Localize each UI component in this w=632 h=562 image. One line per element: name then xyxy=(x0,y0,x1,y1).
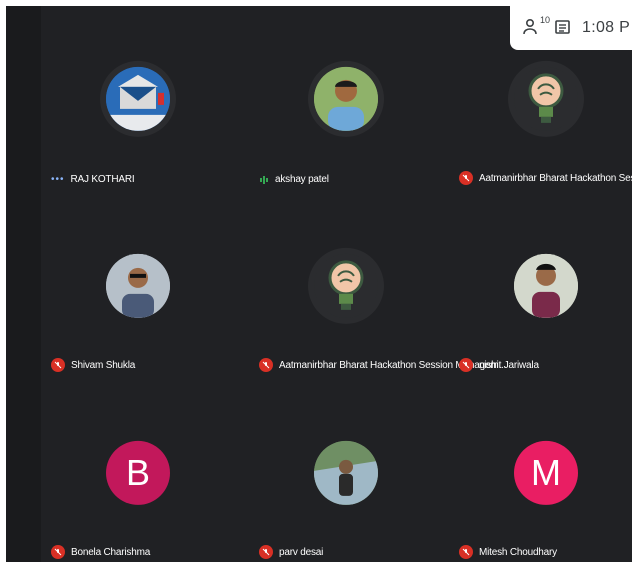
avatar xyxy=(314,66,378,131)
participant-tile[interactable]: akshay patel xyxy=(251,16,441,191)
participant-tile[interactable]: B Bonela Charishma xyxy=(43,390,233,562)
participant-tile[interactable]: Shivam Shukla xyxy=(43,203,233,378)
mic-off-icon xyxy=(459,545,473,559)
mic-off-icon xyxy=(259,545,273,559)
avatar-letter: B xyxy=(125,451,150,493)
avatar xyxy=(314,440,378,505)
avatar: B xyxy=(106,440,170,505)
mic-off-icon xyxy=(51,545,65,559)
participant-name: parv desai xyxy=(279,546,324,558)
participant-tile[interactable]: nishit Jariwala xyxy=(451,203,632,378)
participant-tile[interactable]: M Mitesh Choudhary xyxy=(451,390,632,562)
participant-name: nishit Jariwala xyxy=(479,359,539,371)
participant-tile[interactable]: Aatmanirbhar Bharat Hackathon Session Ma… xyxy=(451,16,632,191)
mic-off-icon xyxy=(51,358,65,372)
avatar xyxy=(106,66,170,131)
speaking-indicator-icon: ••• xyxy=(51,174,65,185)
avatar: M xyxy=(514,440,578,505)
participant-name: Mitesh Choudhary xyxy=(479,546,557,558)
participant-tile[interactable]: Aatmanirbhar Bharat Hackathon Session Ma… xyxy=(251,203,506,378)
avatar xyxy=(514,253,578,318)
participant-name: Bonela Charishma xyxy=(71,546,151,558)
avatar xyxy=(514,66,578,131)
mic-off-icon xyxy=(259,358,273,372)
participant-name: Shivam Shukla xyxy=(71,359,136,371)
left-rail xyxy=(6,6,41,562)
participant-name: akshay patel xyxy=(275,174,329,185)
participant-tile[interactable]: ••• RAJ KOTHARI xyxy=(43,16,233,191)
avatar xyxy=(314,253,378,318)
avatar xyxy=(106,253,170,318)
mic-off-icon xyxy=(459,358,473,372)
participant-tile[interactable]: parv desai xyxy=(251,390,441,562)
audio-wave-icon xyxy=(260,175,268,184)
meeting-grid: 10 1:08 P ••• RAJ KOTHARI akshay patel A… xyxy=(6,6,632,562)
participant-name: RAJ KOTHARI xyxy=(70,174,135,185)
mic-off-icon xyxy=(459,171,473,185)
avatar-letter: M xyxy=(531,451,561,493)
participant-name: Aatmanirbhar Bharat Hackathon Session Ma… xyxy=(479,172,632,184)
